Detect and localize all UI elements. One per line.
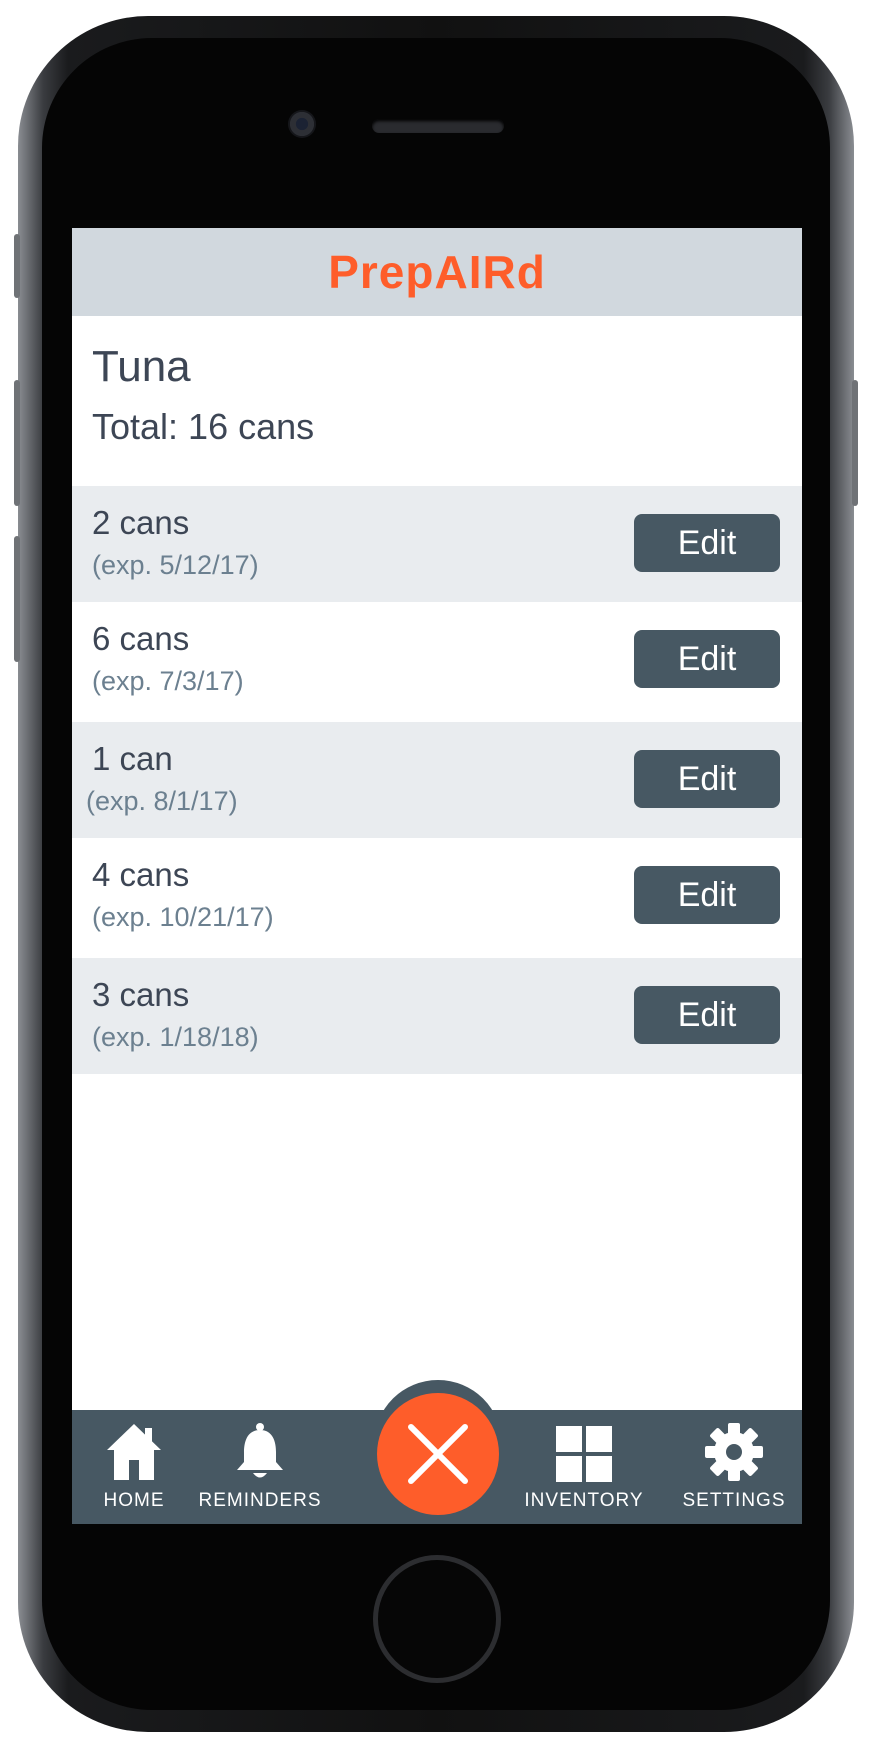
nav-item-inventory[interactable]: INVENTORY (514, 1420, 654, 1520)
phone-volume-up-button (14, 380, 20, 506)
edit-button[interactable]: Edit (634, 630, 780, 688)
batch-row: 1 can (exp. 8/1/17) Edit (72, 722, 802, 838)
batch-row: 2 cans (exp. 5/12/17) Edit (72, 486, 802, 602)
gear-icon (704, 1420, 764, 1482)
grid-icon (556, 1420, 612, 1482)
batch-row: 4 cans (exp. 10/21/17) Edit (72, 838, 802, 954)
phone-power-button (852, 380, 858, 506)
nav-label-inventory: INVENTORY (524, 1490, 644, 1511)
nav-label-home: HOME (103, 1490, 165, 1511)
batch-quantity: 3 cans (92, 976, 190, 1013)
camera-icon (288, 110, 316, 138)
batch-row: 6 cans (exp. 7/3/17) Edit (72, 602, 802, 718)
item-name: Tuna (92, 342, 191, 391)
home-icon (105, 1420, 163, 1482)
batch-quantity: 1 can (92, 740, 173, 777)
edit-button[interactable]: Edit (634, 750, 780, 808)
nav-item-reminders[interactable]: REMINDERS (190, 1420, 330, 1520)
nav-label-settings: SETTINGS (682, 1490, 786, 1511)
nav-item-settings[interactable]: SETTINGS (664, 1420, 802, 1520)
batch-expiration: (exp. 10/21/17) (92, 902, 274, 932)
app-header: PrepAIRd (72, 228, 802, 316)
close-icon (408, 1424, 468, 1484)
nav-label-reminders: REMINDERS (198, 1490, 322, 1511)
item-total: Total: 16 cans (92, 406, 315, 447)
phone-side-button (14, 234, 20, 298)
app-title: PrepAIRd (328, 246, 546, 298)
batch-expiration: (exp. 8/1/17) (86, 786, 238, 816)
phone-home-button[interactable] (373, 1555, 501, 1683)
batch-row: 3 cans (exp. 1/18/18) Edit (72, 958, 802, 1074)
batch-quantity: 6 cans (92, 620, 190, 657)
nav-item-home[interactable]: HOME (72, 1420, 204, 1520)
batch-quantity: 4 cans (92, 856, 190, 893)
edit-button[interactable]: Edit (634, 514, 780, 572)
batch-expiration: (exp. 7/3/17) (92, 666, 244, 696)
bell-icon (233, 1420, 287, 1482)
app-screen: PrepAIRd Tuna Total: 16 cans 2 cans (exp… (72, 228, 802, 1524)
close-button[interactable] (377, 1393, 499, 1515)
edit-button[interactable]: Edit (634, 986, 780, 1044)
batch-quantity: 2 cans (92, 504, 190, 541)
batch-expiration: (exp. 1/18/18) (92, 1022, 259, 1052)
phone-volume-down-button (14, 536, 20, 662)
batch-expiration: (exp. 5/12/17) (92, 550, 259, 580)
speaker-grille (372, 119, 504, 133)
edit-button[interactable]: Edit (634, 866, 780, 924)
